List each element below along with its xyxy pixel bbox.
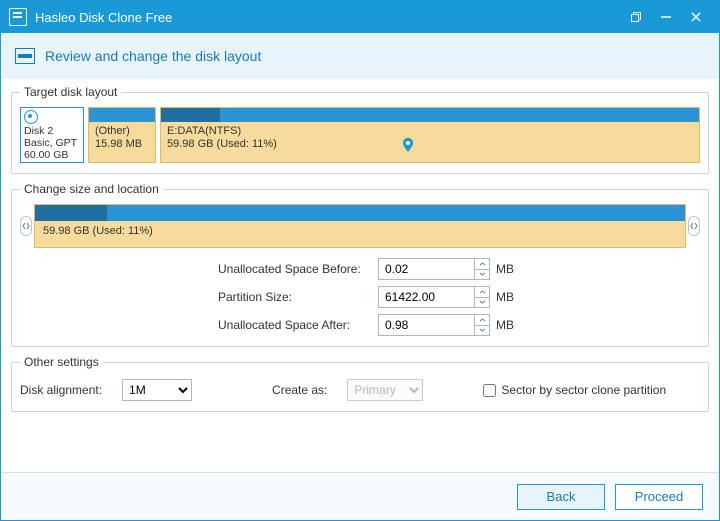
spin-up-icon[interactable] xyxy=(474,315,489,326)
location-marker-icon xyxy=(403,138,413,152)
disk-alignment-label: Disk alignment: xyxy=(20,383,102,397)
resize-handle-right[interactable] xyxy=(688,216,700,236)
unalloc-before-unit: MB xyxy=(490,262,520,276)
disk-size: 60.00 GB xyxy=(24,149,80,161)
target-legend: Target disk layout xyxy=(20,85,121,99)
disk-icon xyxy=(24,110,38,124)
unalloc-after-label: Unallocated Space After: xyxy=(218,318,378,332)
sector-clone-label: Sector by sector clone partition xyxy=(501,383,666,397)
unalloc-after-unit: MB xyxy=(490,318,520,332)
resize-legend: Change size and location xyxy=(20,182,163,196)
unalloc-before-input[interactable] xyxy=(378,258,490,280)
unalloc-after-input[interactable] xyxy=(378,314,490,336)
partition-other-label: (Other) xyxy=(95,125,149,138)
footer: Back Proceed xyxy=(1,472,719,520)
page-subheader: Review and change the disk layout xyxy=(1,33,719,79)
partition-e-size: 59.98 GB (Used: 11%) xyxy=(167,138,693,151)
disk-card[interactable]: Disk 2 Basic, GPT 60.00 GB xyxy=(20,107,84,163)
close-window-button[interactable] xyxy=(681,1,711,33)
partition-e[interactable]: E:DATA(NTFS) 59.98 GB (Used: 11%) xyxy=(160,107,700,163)
layout-icon xyxy=(15,48,35,64)
disk-type: Basic, GPT xyxy=(24,137,80,149)
resize-bar xyxy=(35,205,685,221)
back-button[interactable]: Back xyxy=(517,484,605,510)
other-legend: Other settings xyxy=(20,355,103,369)
unalloc-before-label: Unallocated Space Before: xyxy=(218,262,378,276)
create-as-select: Primary xyxy=(347,379,423,401)
proceed-button[interactable]: Proceed xyxy=(615,484,703,510)
resize-handle-left[interactable] xyxy=(20,216,32,236)
other-settings-section: Other settings Disk alignment: 1M Create… xyxy=(11,355,709,412)
subheader-text: Review and change the disk layout xyxy=(45,48,261,64)
partition-size-input[interactable] xyxy=(378,286,490,308)
spin-up-icon[interactable] xyxy=(474,259,489,270)
spin-up-icon[interactable] xyxy=(474,287,489,298)
partition-other-size: 15.98 MB xyxy=(95,138,149,151)
disk-alignment-select[interactable]: 1M xyxy=(122,379,192,401)
disk-name: Disk 2 xyxy=(24,125,80,137)
titlebar: Hasleo Disk Clone Free xyxy=(1,1,719,33)
restore-window-button[interactable] xyxy=(621,1,651,33)
spin-down-icon[interactable] xyxy=(474,298,489,308)
spin-down-icon[interactable] xyxy=(474,326,489,336)
resize-track[interactable]: 59.98 GB (Used: 11%) xyxy=(34,204,686,248)
change-size-section: Change size and location 59.98 GB (Used:… xyxy=(11,182,709,347)
partition-size-unit: MB xyxy=(490,290,520,304)
window-title: Hasleo Disk Clone Free xyxy=(35,10,621,25)
partition-size-label: Partition Size: xyxy=(218,290,378,304)
create-as-label: Create as: xyxy=(272,383,327,397)
partition-e-label: E:DATA(NTFS) xyxy=(167,125,693,138)
sector-clone-checkbox[interactable]: Sector by sector clone partition xyxy=(483,383,666,397)
spin-down-icon[interactable] xyxy=(474,270,489,280)
minimize-window-button[interactable] xyxy=(651,1,681,33)
partition-other[interactable]: (Other) 15.98 MB xyxy=(88,107,156,163)
target-disk-layout-section: Target disk layout Disk 2 Basic, GPT 60.… xyxy=(11,85,709,174)
resize-bar-label: 59.98 GB (Used: 11%) xyxy=(35,221,685,241)
app-logo-icon xyxy=(9,8,27,26)
sector-clone-input[interactable] xyxy=(483,384,496,397)
